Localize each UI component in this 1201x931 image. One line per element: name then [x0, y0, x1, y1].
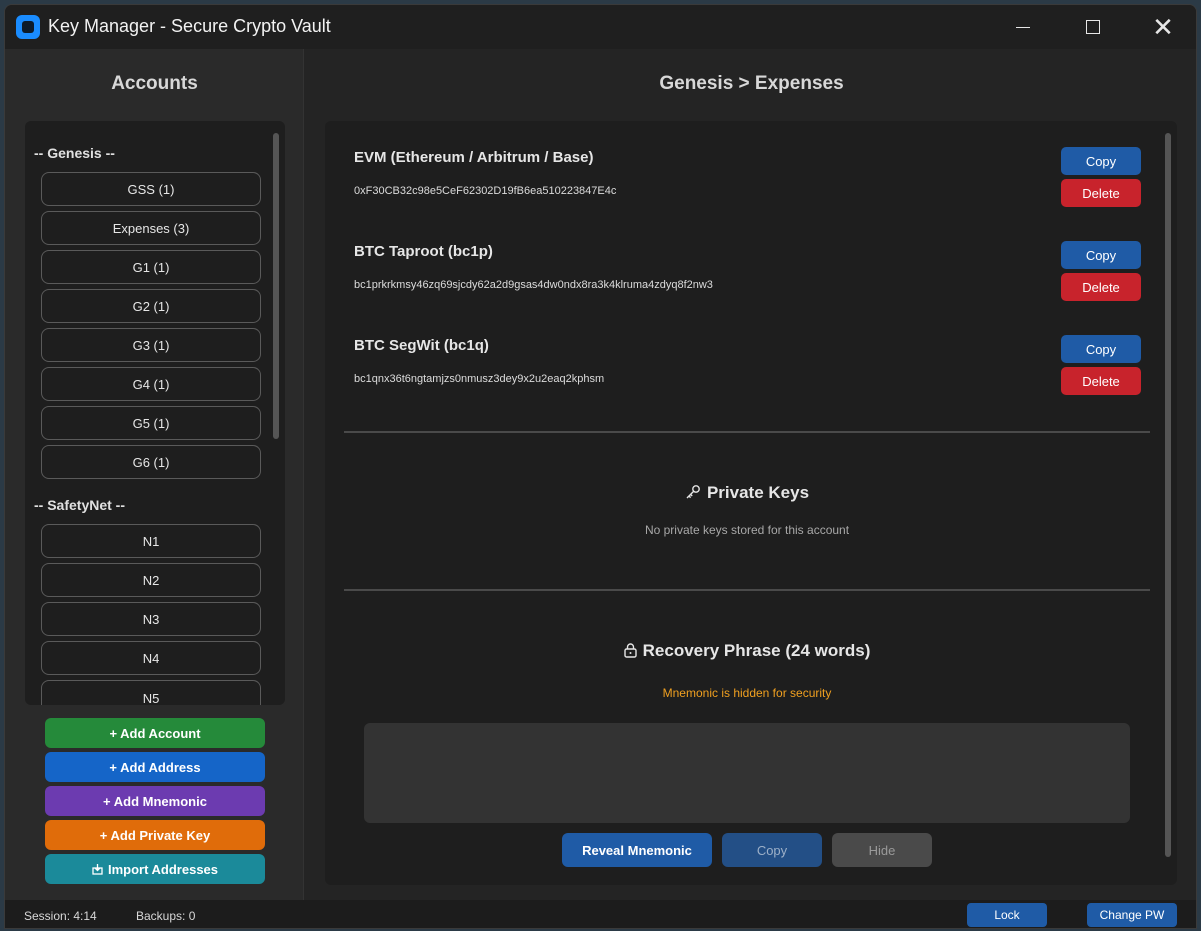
address-label: BTC SegWit (bc1q)	[354, 337, 489, 354]
status-bar: Session: 4:14 Backups: 0 Lock Change PW	[5, 900, 1196, 928]
mnemonic-hidden-notice: Mnemonic is hidden for security	[662, 686, 832, 700]
account-button-expenses[interactable]: Expenses (3)	[41, 211, 261, 245]
import-addresses-button[interactable]: Import Addresses	[45, 854, 265, 884]
window-title: Key Manager - Secure Crypto Vault	[48, 16, 331, 36]
key-icon	[686, 485, 700, 499]
panel-scrollbar[interactable]	[1165, 133, 1171, 857]
session-timer: Session: 4:14	[24, 909, 97, 923]
delete-address-button[interactable]: Delete	[1061, 273, 1141, 301]
account-button-n3[interactable]: N3	[41, 602, 261, 636]
delete-address-button[interactable]: Delete	[1061, 179, 1141, 207]
title-bar: Key Manager - Secure Crypto Vault ✕	[5, 5, 1196, 49]
address-label: EVM (Ethereum / Arbitrum / Base)	[354, 149, 594, 166]
copy-address-button[interactable]: Copy	[1061, 335, 1141, 363]
reveal-mnemonic-button[interactable]: Reveal Mnemonic	[562, 833, 712, 867]
account-list: -- Genesis -- GSS (1) Expenses (3) G1 (1…	[25, 121, 285, 705]
backup-count: Backups: 0	[136, 909, 196, 923]
close-button[interactable]: ✕	[1128, 5, 1196, 49]
group-header-safetynet: -- SafetyNet --	[34, 497, 126, 513]
minimize-icon	[1016, 26, 1030, 28]
import-icon	[92, 863, 103, 875]
section-divider	[344, 431, 1150, 433]
account-button-n4[interactable]: N4	[41, 641, 261, 675]
sidebar-title: Accounts	[111, 73, 198, 94]
account-button-g6[interactable]: G6 (1)	[41, 445, 261, 479]
account-button-n5[interactable]: N5	[41, 680, 261, 705]
private-keys-heading: Private Keys	[325, 483, 1169, 503]
private-keys-title: Private Keys	[706, 483, 810, 502]
lock-button[interactable]: Lock	[967, 903, 1047, 927]
mnemonic-textbox[interactable]	[364, 723, 1130, 823]
add-mnemonic-button[interactable]: + Add Mnemonic	[45, 786, 265, 816]
recovery-phrase-title: Recovery Phrase (24 words)	[642, 641, 871, 660]
delete-address-button[interactable]: Delete	[1061, 367, 1141, 395]
section-divider	[344, 589, 1150, 591]
account-button-n2[interactable]: N2	[41, 563, 261, 597]
account-button-gss[interactable]: GSS (1)	[41, 172, 261, 206]
copy-mnemonic-button[interactable]: Copy	[722, 833, 822, 867]
account-detail-panel: EVM (Ethereum / Arbitrum / Base) 0xF30CB…	[325, 121, 1177, 885]
copy-address-button[interactable]: Copy	[1061, 147, 1141, 175]
hide-mnemonic-button[interactable]: Hide	[832, 833, 932, 867]
group-header-genesis: -- Genesis --	[34, 145, 115, 161]
sidebar: Accounts -- Genesis -- GSS (1) Expenses …	[5, 49, 304, 900]
maximize-button[interactable]	[1058, 5, 1128, 49]
account-button-g5[interactable]: G5 (1)	[41, 406, 261, 440]
change-password-button[interactable]: Change PW	[1087, 903, 1177, 927]
private-keys-empty-text: No private keys stored for this account	[644, 523, 850, 537]
account-button-g2[interactable]: G2 (1)	[41, 289, 261, 323]
account-list-scrollbar[interactable]	[273, 133, 279, 439]
add-account-button[interactable]: + Add Account	[45, 718, 265, 748]
maximize-icon	[1086, 20, 1100, 34]
account-button-g4[interactable]: G4 (1)	[41, 367, 261, 401]
lock-icon	[623, 643, 637, 658]
app-window: Key Manager - Secure Crypto Vault ✕ Acco…	[4, 4, 1197, 929]
address-value: bc1qnx36t6ngtamjzs0nmusz3dey9x2u2eaq2kph…	[354, 373, 605, 385]
window-app-icon	[16, 15, 40, 39]
address-value: bc1prkrkmsy46zq69sjcdy62a2d9gsas4dw0ndx8…	[354, 279, 713, 291]
minimize-button[interactable]	[988, 5, 1058, 49]
breadcrumb: Genesis > Expenses	[659, 73, 844, 94]
import-addresses-label: Import Addresses	[107, 861, 219, 877]
close-icon: ✕	[1152, 11, 1174, 42]
address-value: 0xF30CB32c98e5CeF62302D19fB6ea510223847E…	[354, 185, 617, 197]
account-button-n1[interactable]: N1	[41, 524, 261, 558]
address-label: BTC Taproot (bc1p)	[354, 243, 493, 260]
add-private-key-button[interactable]: + Add Private Key	[45, 820, 265, 850]
account-button-g1[interactable]: G1 (1)	[41, 250, 261, 284]
add-address-button[interactable]: + Add Address	[45, 752, 265, 782]
main-content: Genesis > Expenses EVM (Ethereum / Arbit…	[305, 49, 1196, 900]
copy-address-button[interactable]: Copy	[1061, 241, 1141, 269]
account-button-g3[interactable]: G3 (1)	[41, 328, 261, 362]
recovery-phrase-heading: Recovery Phrase (24 words)	[325, 641, 1169, 661]
